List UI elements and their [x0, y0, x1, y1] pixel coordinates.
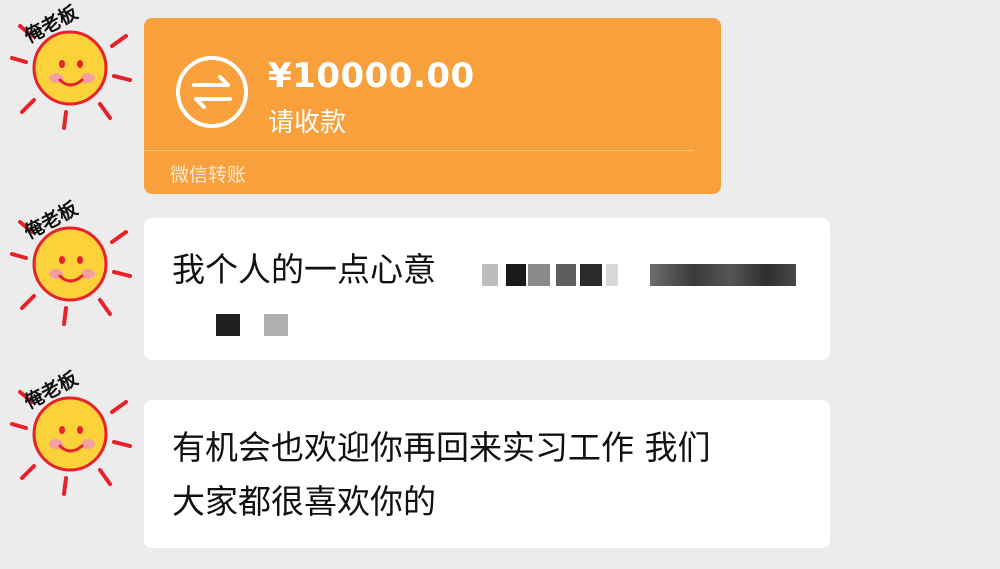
- transfer-card[interactable]: ¥10000.00 请收款 微信转账: [144, 18, 721, 194]
- redaction-block: [606, 264, 618, 286]
- transfer-amount: ¥10000.00: [268, 56, 475, 96]
- sun-face-icon: 俺老板: [10, 366, 132, 496]
- transfer-request-label: 请收款: [268, 108, 347, 138]
- avatar[interactable]: 俺老板: [4, 0, 144, 140]
- redaction-block: [556, 264, 576, 286]
- sun-face-icon: 俺老板: [10, 0, 132, 130]
- redaction-block: [650, 264, 796, 286]
- avatar[interactable]: 俺老板: [4, 196, 144, 336]
- transfer-divider: [144, 150, 694, 151]
- redaction-block: [216, 314, 240, 336]
- transfer-arrows-icon: [174, 54, 250, 130]
- sun-face-icon: 俺老板: [10, 196, 132, 326]
- message-text-line: 有机会也欢迎你再回来实习工作 我们: [172, 428, 711, 467]
- message-text: 我个人的一点心意: [172, 250, 436, 289]
- transfer-source-label: 微信转账: [170, 164, 247, 186]
- redaction-block: [264, 314, 288, 336]
- redaction-block: [482, 264, 498, 286]
- redaction-block: [580, 264, 602, 286]
- message-bubble[interactable]: 我个人的一点心意: [144, 218, 830, 360]
- redaction-block: [528, 264, 550, 286]
- message-text-line: 大家都很喜欢你的: [172, 482, 436, 521]
- redaction-block: [506, 264, 526, 286]
- avatar[interactable]: 俺老板: [4, 366, 144, 506]
- message-bubble[interactable]: 有机会也欢迎你再回来实习工作 我们 大家都很喜欢你的: [144, 400, 830, 548]
